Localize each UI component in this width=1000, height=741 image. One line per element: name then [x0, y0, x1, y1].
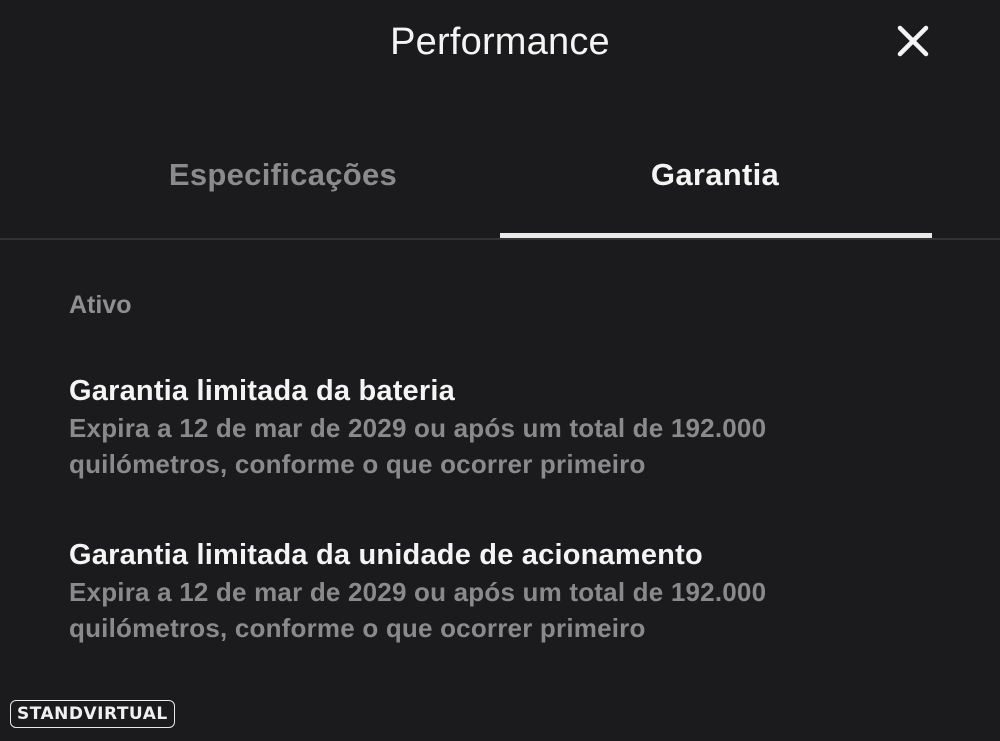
warranty-item-battery: Garantia limitada da bateria Expira a 12… [69, 372, 949, 482]
active-tab-indicator [500, 233, 932, 238]
warranty-title: Garantia limitada da bateria [69, 375, 455, 407]
status-label: Ativo [69, 291, 132, 319]
performance-dialog: Performance Especificações Garantia Ativ… [0, 0, 1000, 741]
warranty-description: Expira a 12 de mar de 2029 ou após um to… [69, 577, 767, 643]
warranty-description: Expira a 12 de mar de 2029 ou após um to… [69, 413, 767, 479]
tab-especificacoes[interactable]: Especificações [68, 152, 498, 198]
tab-bar: Especificações Garantia [0, 0, 1000, 240]
warranty-title: Garantia limitada da unidade de acioname… [69, 539, 703, 571]
standvirtual-watermark-logo: STANDVIRTUAL [10, 700, 175, 728]
warranty-item-drive-unit: Garantia limitada da unidade de acioname… [69, 536, 949, 646]
tab-divider [0, 238, 1000, 240]
tab-garantia[interactable]: Garantia [500, 152, 930, 198]
watermark-text: STANDVIRTUAL [17, 704, 168, 724]
